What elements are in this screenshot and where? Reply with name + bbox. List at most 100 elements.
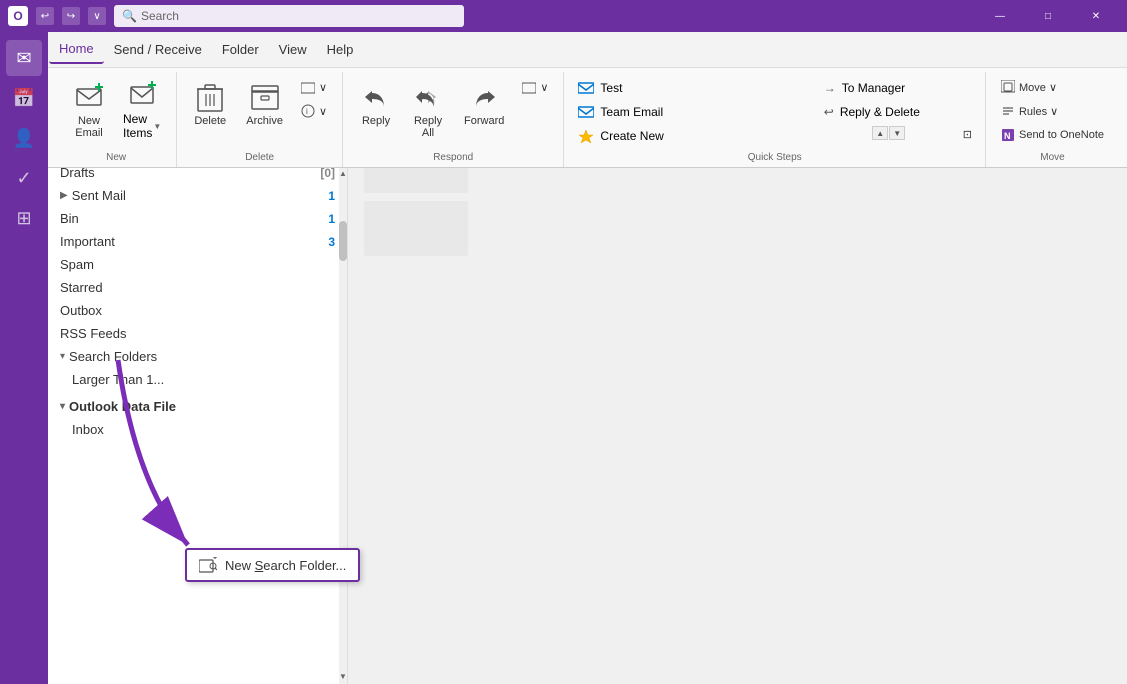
- quickstep-team-email[interactable]: Team Email: [572, 100, 817, 124]
- redo-button[interactable]: ↪: [62, 7, 80, 25]
- delete-extras: ∨ i ∨: [294, 76, 334, 122]
- folder-bin[interactable]: Bin 1: [48, 207, 347, 230]
- menu-view[interactable]: View: [269, 36, 317, 63]
- move-buttons: Move ∨ Rules ∨ N Send to OneNote: [994, 76, 1111, 146]
- tomanager-label: To Manager: [842, 81, 905, 95]
- ribbon-new-label: New: [64, 152, 168, 167]
- search-placeholder: Search: [141, 9, 179, 23]
- rules-button[interactable]: Rules ∨: [994, 100, 1111, 122]
- forward-icon: [468, 81, 500, 113]
- forward-button[interactable]: Forward: [455, 76, 513, 132]
- folder-spam[interactable]: Spam: [48, 253, 347, 276]
- search-icon: 🔍: [122, 9, 137, 23]
- ribbon-group-move-content: Move ∨ Rules ∨ N Send to OneNote: [994, 76, 1111, 148]
- folder-outbox-left: Outbox: [60, 303, 102, 318]
- main-content: 📌 Drag Your Favorite Folders Here Drafts…: [48, 130, 1127, 684]
- close-button[interactable]: ✕: [1073, 0, 1119, 32]
- folder-outbox[interactable]: Outbox: [48, 299, 347, 322]
- app-sidebar: ✉ 📅 👤 ✓ ⊞: [0, 32, 48, 684]
- folder-search-name: Search Folders: [69, 349, 157, 364]
- qs-scroll-up[interactable]: ▲: [872, 126, 888, 140]
- reply-label: Reply: [362, 115, 390, 127]
- nav-mail[interactable]: ✉: [6, 40, 42, 76]
- folder-important-name: Important: [60, 234, 115, 249]
- ribbon-group-quicksteps-content: Test Team Email Create New: [572, 76, 977, 148]
- send-onenote-button[interactable]: N Send to OneNote: [994, 124, 1111, 146]
- nav-tasks[interactable]: ✓: [6, 160, 42, 196]
- folder-bin-left: Bin: [60, 211, 79, 226]
- new-items-button[interactable]: NewItems ▼: [116, 76, 168, 145]
- archive-button[interactable]: Archive: [237, 76, 292, 132]
- delete-button[interactable]: Delete: [185, 76, 235, 132]
- folder-panel: 📌 Drag Your Favorite Folders Here Drafts…: [48, 130, 348, 684]
- more-respond-btn[interactable]: ∨: [515, 76, 555, 98]
- quickstep-create-label: Create New: [600, 129, 663, 143]
- reply-all-button[interactable]: ReplyAll: [403, 76, 453, 144]
- quickstep-team-label: Team Email: [600, 105, 663, 119]
- ribbon-delete-label: Delete: [185, 152, 334, 167]
- new-items-icon: [128, 81, 156, 112]
- delete-extra-1[interactable]: ∨: [294, 76, 334, 98]
- folder-search-left: ▾ Search Folders: [60, 349, 157, 364]
- maximize-button[interactable]: □: [1025, 0, 1071, 32]
- nav-contacts[interactable]: 👤: [6, 120, 42, 156]
- ribbon-respond-label: Respond: [351, 152, 555, 167]
- scroll-down[interactable]: ▼: [339, 668, 347, 684]
- section-label: Outlook Data File: [69, 399, 176, 414]
- tomanager-arrow: →: [824, 81, 836, 95]
- qs-scroll-down[interactable]: ▼: [889, 126, 905, 140]
- menu-home[interactable]: Home: [49, 35, 104, 64]
- ribbon-move-label: Move: [994, 152, 1111, 167]
- delete-icon: [194, 81, 226, 113]
- folder-scrollbar: ▲ ▼: [339, 165, 347, 684]
- section-outlook-data: ▾ Outlook Data File: [48, 391, 347, 418]
- minimize-button[interactable]: —: [977, 0, 1023, 32]
- folder-inbox[interactable]: Inbox: [48, 418, 347, 441]
- move-button[interactable]: Move ∨: [994, 76, 1111, 98]
- send-onenote-label: Send to OneNote: [1019, 129, 1104, 141]
- menu-bar: File Home Send / Receive Folder View Hel…: [0, 32, 1127, 68]
- folder-search-folders[interactable]: ▾ Search Folders: [48, 345, 347, 368]
- ribbon-group-delete: Delete Archive ∨ i ∨ Delete: [177, 72, 343, 167]
- menu-send-receive[interactable]: Send / Receive: [104, 36, 212, 63]
- ribbon-group-delete-content: Delete Archive ∨ i ∨: [185, 76, 334, 148]
- email-item-2[interactable]: [364, 201, 468, 256]
- quickstep-create-new[interactable]: Create New: [572, 124, 817, 148]
- folder-starred[interactable]: Starred: [48, 276, 347, 299]
- nav-apps[interactable]: ⊞: [6, 200, 42, 236]
- quickstep-replydelete[interactable]: ↩ Reply & Delete: [818, 100, 958, 124]
- quickstep-team-icon: [578, 104, 594, 120]
- quickstep-test[interactable]: Test: [572, 76, 817, 100]
- app-logo: O: [8, 6, 28, 26]
- ribbon-group-respond-content: Reply ReplyAll Forward ∨: [351, 76, 555, 148]
- folder-inbox-name: Inbox: [72, 422, 104, 437]
- title-bar: O ↩ ↪ ∨ 🔍 Search — □ ✕: [0, 0, 1127, 32]
- menu-help[interactable]: Help: [317, 36, 364, 63]
- undo-button[interactable]: ↩: [36, 7, 54, 25]
- folder-important-badge: 3: [328, 235, 335, 249]
- quicksteps-scroll: ▲ ▼: [820, 126, 958, 140]
- menu-folder[interactable]: Folder: [212, 36, 269, 63]
- ribbon-group-new: NewEmail NewItems ▼ New: [56, 72, 177, 167]
- more-button[interactable]: ∨: [88, 7, 106, 25]
- reply-button[interactable]: Reply: [351, 76, 401, 132]
- folder-important[interactable]: Important 3: [48, 230, 347, 253]
- nav-calendar[interactable]: 📅: [6, 80, 42, 116]
- archive-icon: [249, 81, 281, 113]
- folder-starred-left: Starred: [60, 280, 103, 295]
- quickstep-tomanager[interactable]: → To Manager: [818, 76, 958, 100]
- folder-search-arrow: ▾: [60, 351, 65, 362]
- quickstep-test-icon: [578, 80, 594, 96]
- new-search-folder-popup[interactable]: New Search Folder...: [185, 548, 360, 582]
- new-email-button[interactable]: NewEmail: [64, 76, 114, 144]
- folder-rss[interactable]: RSS Feeds: [48, 322, 347, 345]
- folder-larger-than[interactable]: Larger Than 1...: [48, 368, 347, 391]
- delete-extra-2[interactable]: i ∨: [294, 100, 334, 122]
- scroll-thumb[interactable]: [339, 221, 347, 261]
- svg-text:N: N: [1004, 131, 1011, 141]
- quicksteps-left: Test Team Email Create New: [572, 76, 817, 148]
- forward-label: Forward: [464, 115, 504, 127]
- search-bar[interactable]: 🔍 Search: [114, 5, 464, 27]
- quicksteps-expand-btn[interactable]: ⊡: [958, 125, 977, 144]
- folder-sent[interactable]: ▶ Sent Mail 1: [48, 184, 347, 207]
